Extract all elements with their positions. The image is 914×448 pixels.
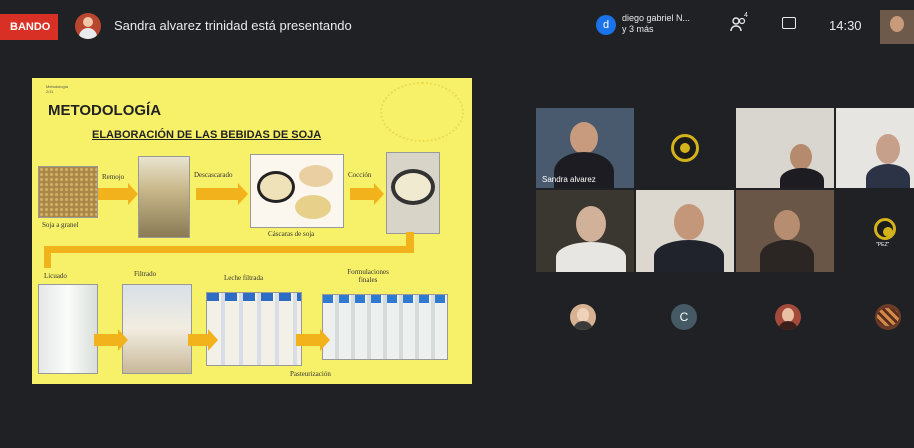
photo-leche-filtrada	[206, 292, 302, 366]
slide-subtitle: ELABORACIÓN DE LAS BEBIDAS DE SOJA	[92, 129, 322, 141]
label-formulaciones-finales: Formulaciones finales	[347, 268, 389, 284]
participant-avatar-badge[interactable]: d	[596, 15, 616, 35]
slide-decoration	[380, 82, 464, 142]
avatar-participant-10[interactable]	[775, 304, 801, 330]
arrow-filtrado	[94, 329, 128, 351]
tile-pez-label: "PEZ"	[876, 242, 890, 248]
avatar-participant-c[interactable]: C	[671, 304, 697, 330]
avatar-participant-8[interactable]	[570, 304, 596, 330]
slide-small-header: Metodología 2/11	[46, 84, 69, 94]
recording-badge: BANDO	[0, 14, 58, 40]
label-licuado: Licuado	[44, 272, 67, 280]
people-count: 4	[744, 12, 748, 19]
slide-title: METODOLOGÍA	[48, 102, 162, 119]
people-icon[interactable]: 4	[730, 12, 748, 34]
label-cascaras-soja: Cáscaras de soja	[268, 230, 315, 238]
arrow-formulaciones	[296, 329, 330, 351]
arrow-leche	[188, 329, 218, 351]
label-remojo: Remojo	[102, 173, 125, 181]
label-pasteurizacion: Pasteurización	[290, 370, 331, 378]
arrow-descascarado	[196, 183, 248, 205]
tile-logo[interactable]	[636, 108, 734, 188]
photo-coccion	[386, 152, 440, 234]
self-video-thumbnail[interactable]	[880, 10, 914, 44]
photo-descascarado	[250, 154, 344, 228]
participant-name: diego gabriel N...	[622, 13, 691, 23]
presenter-avatar	[75, 13, 101, 39]
tile-pez-logo	[874, 218, 896, 240]
tile-participant-5[interactable]	[536, 190, 634, 272]
tile-participant-6[interactable]	[636, 190, 734, 272]
photo-formulaciones	[322, 294, 448, 360]
photo-licuado-blender	[38, 284, 98, 374]
meeting-top-bar: BANDO Sandra alvarez trinidad está prese…	[0, 0, 914, 50]
arrow-remojo	[98, 183, 138, 205]
tile-logo-pez[interactable]: "PEZ"	[836, 190, 914, 272]
tile-logo-image	[671, 134, 699, 162]
photo-filtrado	[122, 284, 192, 374]
tile-participant-4[interactable]	[836, 108, 914, 188]
label-filtrado: Filtrado	[134, 270, 157, 278]
tile-sandra[interactable]: Sandra alvarez	[536, 108, 634, 188]
presentation-slide: Metodología 2/11 METODOLOGÍA ELABORACIÓN…	[32, 78, 472, 384]
tile-name-sandra: Sandra alvarez	[542, 175, 596, 184]
arrow-coccion	[350, 183, 384, 205]
participants-summary[interactable]: diego gabriel N... y 3 más	[622, 13, 706, 35]
photo-remojo-jar	[138, 156, 190, 238]
shared-screen: Metodología 2/11 METODOLOGÍA ELABORACIÓN…	[10, 78, 533, 384]
tile-participant-3[interactable]	[736, 108, 834, 188]
meeting-clock: 14:30	[829, 18, 862, 33]
label-descascarado: Descascarado	[194, 171, 233, 179]
photo-soja-granel	[38, 166, 98, 218]
avatar-participant-11[interactable]	[875, 304, 901, 330]
tile-participant-7[interactable]	[736, 190, 834, 272]
participant-more: y 3 más	[622, 24, 654, 34]
presenting-status-text: Sandra alvarez trinidad está presentando	[114, 18, 352, 33]
connector-down-left	[44, 246, 51, 268]
connector-horizontal	[44, 246, 414, 253]
chat-icon[interactable]	[782, 17, 796, 29]
label-leche-filtrada: Leche filtrada	[224, 274, 264, 282]
label-soja-granel: Soja a granel	[42, 221, 79, 229]
label-coccion: Cocción	[348, 171, 372, 179]
